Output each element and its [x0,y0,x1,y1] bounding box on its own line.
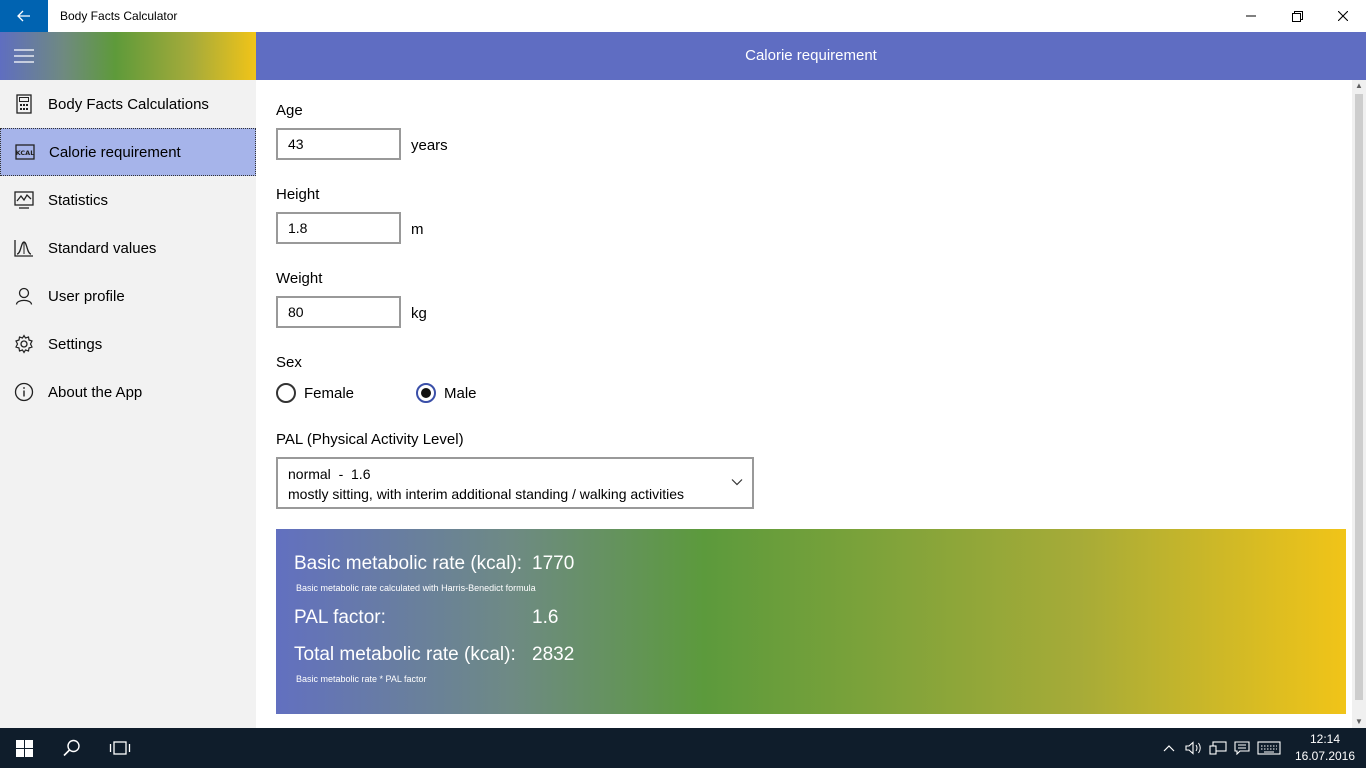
scroll-down-arrow-icon[interactable]: ▼ [1352,716,1366,728]
user-icon [0,272,48,320]
female-radio[interactable]: Female [276,383,354,403]
pal-selected-level: normal - 1.6 [288,466,371,482]
sidebar-item-label: Statistics [48,191,109,209]
sidebar-item-label: Body Facts Calculations [48,95,209,113]
back-arrow-icon [17,10,30,22]
page-title: Calorie requirement [256,32,1366,80]
sidebar-item-label: About the App [48,383,143,401]
sidebar-item-about-the-app[interactable]: About the App [0,368,256,416]
height-unit: m [411,221,424,238]
weight-unit: kg [411,305,427,322]
sidebar-item-label: Standard values [48,239,157,257]
weight-label: Weight [276,270,323,287]
minimize-button[interactable] [1228,0,1274,32]
sidebar-item-standard-values[interactable]: Standard values [0,224,256,272]
show-hidden-icons-icon[interactable] [1160,738,1178,758]
sidebar-item-label: Calorie requirement [49,143,181,161]
bmr-label: Basic metabolic rate (kcal): [294,553,523,574]
bmr-value: 1770 [532,553,575,574]
total-rate-label: Total metabolic rate (kcal): [294,644,516,665]
volume-icon[interactable] [1184,738,1204,758]
sidebar-item-label: Settings [48,335,103,353]
sidebar-item-settings[interactable]: Settings [0,320,256,368]
close-button[interactable] [1320,0,1366,32]
restore-button[interactable] [1274,0,1320,32]
back-button[interactable] [0,0,48,32]
svg-text:KCAL: KCAL [16,149,35,157]
sidebar-item-label: User profile [48,287,125,305]
pal-dropdown[interactable]: normal - 1.6 mostly sitting, with interi… [276,457,754,509]
app-title: Body Facts Calculator [60,9,178,23]
results-panel: Basic metabolic rate (kcal): 1770 Basic … [276,529,1346,714]
action-center-icon[interactable] [1232,738,1252,758]
hamburger-menu-button[interactable] [0,32,48,80]
male-radio-label: Male [444,384,477,402]
network-icon[interactable] [1208,738,1228,758]
weight-input[interactable]: 80 [276,296,401,328]
female-radio-label: Female [304,384,355,402]
sidebar-item-body-facts-calculations[interactable]: Body Facts Calculations [0,80,256,128]
info-icon [0,368,48,416]
windows-logo-icon [15,739,33,757]
close-icon [1338,11,1348,21]
age-input[interactable]: 43 [276,128,401,160]
system-clock[interactable]: 12:14 16.07.2016 [1290,731,1360,765]
total-rate-value: 2832 [532,644,575,665]
minimize-icon [1246,15,1256,17]
calculator-icon [0,80,48,128]
restore-icon [1291,10,1303,22]
radio-circle[interactable] [276,383,296,403]
age-unit: years [411,137,448,154]
pal-label: PAL (Physical Activity Level) [276,431,464,448]
pal-factor-label: PAL factor: [294,607,386,628]
sidebar-item-calorie-requirement[interactable]: KCAL Calorie requirement [0,128,256,176]
sidebar-item-statistics[interactable]: Statistics [0,176,256,224]
taskbar: 12:14 16.07.2016 [0,728,1366,768]
sidebar-item-user-profile[interactable]: User profile [0,272,256,320]
hamburger-icon [14,49,34,63]
chart-icon [0,176,48,224]
radio-circle[interactable] [416,383,436,403]
age-label: Age [276,102,303,119]
sidebar: Body Facts Calculations KCAL Calorie req… [0,32,256,728]
title-bar: Body Facts Calculator [0,0,1366,32]
male-radio[interactable]: Male [416,383,477,403]
search-button[interactable] [48,728,96,768]
gear-icon [0,320,48,368]
search-icon [63,739,80,757]
sidebar-header [0,32,256,80]
sex-label: Sex [276,354,302,371]
start-button[interactable] [0,728,48,768]
chevron-down-icon [731,479,743,486]
height-input[interactable]: 1.8 [276,212,401,244]
pal-factor-value: 1.6 [532,607,559,628]
kcal-icon: KCAL [1,128,49,176]
height-label: Height [276,186,320,203]
touch-keyboard-icon[interactable] [1256,738,1282,758]
scroll-thumb[interactable] [1355,94,1363,700]
main-content: Age 43 years Height 1.8 m Weight 80 kg S… [256,80,1352,728]
clock-date: 16.07.2016 [1294,749,1356,763]
vertical-scrollbar[interactable]: ▲ ▼ [1352,80,1366,728]
bell-curve-icon [0,224,48,272]
pal-selected-description: mostly sitting, with interim additional … [288,486,685,502]
scroll-up-arrow-icon[interactable]: ▲ [1352,80,1366,92]
total-rate-note: Basic metabolic rate * PAL factor [296,674,427,684]
task-view-button[interactable] [96,728,144,768]
bmr-note: Basic metabolic rate calculated with Har… [296,583,536,593]
clock-time: 12:14 [1309,732,1341,746]
task-view-icon [109,741,131,755]
radio-selected-dot [421,388,431,398]
